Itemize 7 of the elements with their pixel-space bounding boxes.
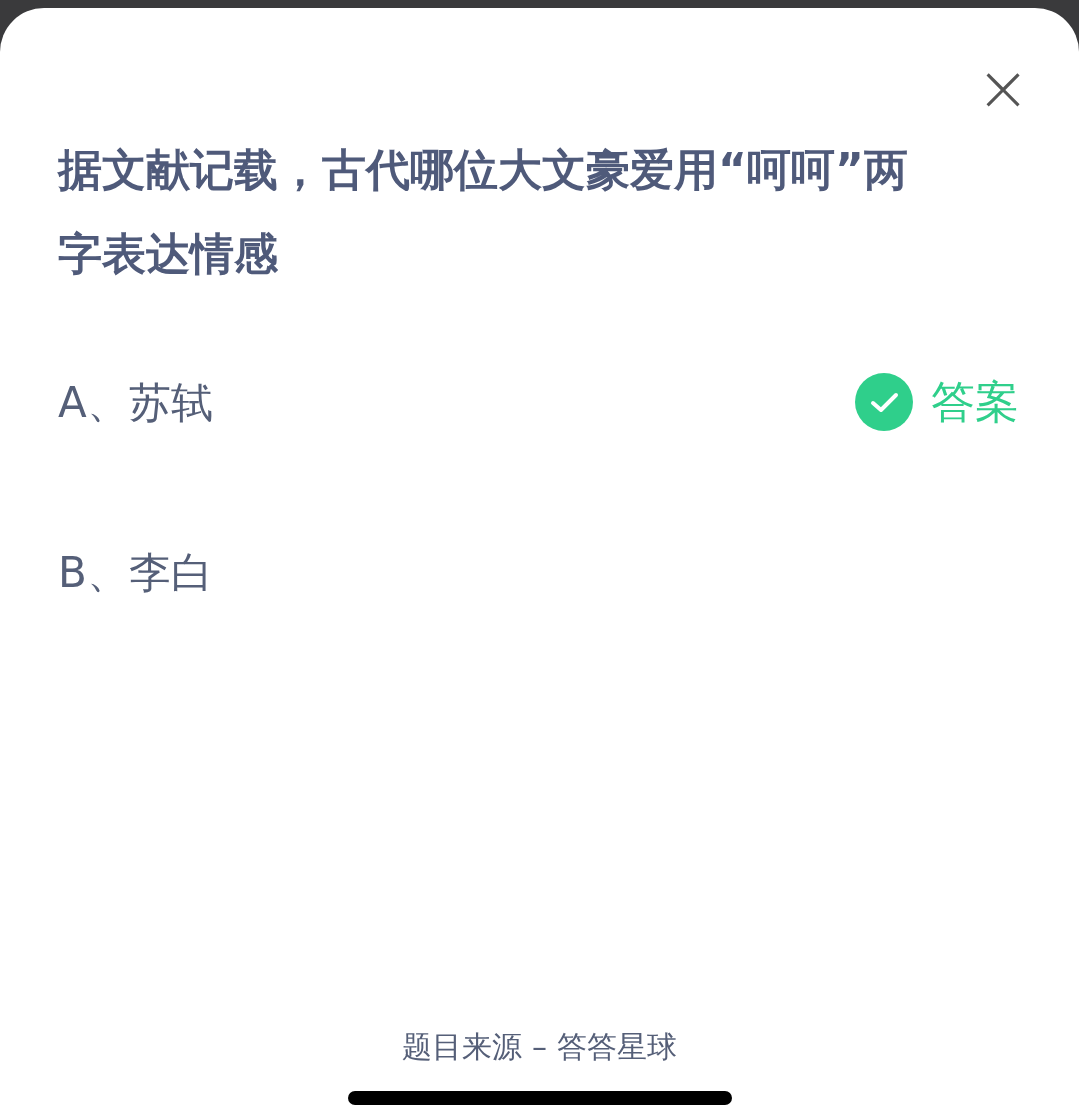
close-button[interactable]: ×	[977, 60, 1029, 116]
option-text[interactable]: B、李白	[58, 540, 213, 604]
question-text: 据文献记载，古代哪位大文豪爱用“呵呵”两字表达情感	[58, 143, 909, 281]
answer-label: 答案	[931, 375, 1019, 429]
check-icon	[855, 373, 913, 431]
source-text: 题目来源 – 答答星球	[402, 1028, 677, 1066]
option-text[interactable]: A、苏轼	[58, 370, 213, 434]
